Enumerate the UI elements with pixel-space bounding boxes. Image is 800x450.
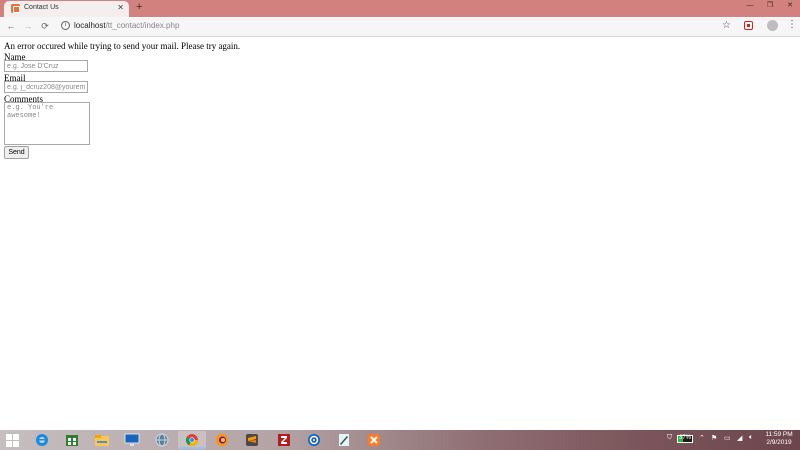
taskbar-settings[interactable] <box>300 431 328 449</box>
flag-icon[interactable]: ⚑ <box>711 434 717 442</box>
network-icon[interactable]: ▭ <box>724 434 731 442</box>
comments-textarea[interactable] <box>4 102 90 145</box>
xampp-icon <box>368 434 380 446</box>
error-message: An error occured while trying to send yo… <box>4 41 241 51</box>
reload-icon[interactable]: ⟳ <box>39 20 51 32</box>
wifi-icon[interactable]: ◢ <box>737 434 742 442</box>
address-bar[interactable]: localhost/tt_contact/index.php <box>74 21 179 30</box>
url-host: localhost <box>74 21 106 30</box>
browser-toolbar: ← → ⟳ i localhost/tt_contact/index.php ☆… <box>0 17 800 37</box>
monitor-icon <box>124 433 140 446</box>
account-avatar-icon[interactable] <box>767 20 778 31</box>
system-clock[interactable]: 11:59 PM 2/9/2019 <box>762 431 796 447</box>
start-button[interactable] <box>0 431 28 449</box>
tab-close-icon[interactable]: ✕ <box>117 3 124 12</box>
windows-taskbar: ⛉ 37% ⌃ ⚑ ▭ ◢ 🔈︎ 11:59 PM 2/9/2019 <box>0 430 800 450</box>
xampp-favicon-icon <box>11 4 20 13</box>
taskbar-store[interactable] <box>58 431 86 449</box>
windows-icon <box>6 434 19 447</box>
ie-icon <box>36 434 48 446</box>
tray-chevron-icon[interactable]: ⌃ <box>699 434 705 442</box>
battery-percent: 37% <box>679 435 692 441</box>
gear-icon <box>308 434 320 446</box>
site-info-icon[interactable]: i <box>61 21 70 30</box>
filezilla-icon <box>278 434 290 446</box>
taskbar-notepad[interactable] <box>330 431 358 449</box>
clock-time: 11:59 PM <box>765 431 793 438</box>
defender-shield-icon[interactable]: ⛉ <box>667 434 672 442</box>
taskbar-desktop[interactable] <box>118 431 146 449</box>
globe-icon <box>155 433 169 447</box>
sublime-icon <box>246 434 258 446</box>
battery-indicator[interactable]: 37% <box>677 435 693 443</box>
new-tab-plus-icon[interactable]: + <box>136 1 142 13</box>
close-window-icon[interactable]: ✕ <box>780 0 800 12</box>
extension-icon[interactable] <box>744 21 753 30</box>
chrome-icon <box>185 434 198 447</box>
name-input[interactable] <box>4 60 88 72</box>
bookmark-star-icon[interactable]: ☆ <box>722 20 731 31</box>
taskbar-sublime[interactable] <box>238 431 266 449</box>
browser-titlebar: Contact Us ✕ + — ❐ ✕ <box>0 0 800 17</box>
firefox-icon <box>216 434 228 446</box>
send-button[interactable]: Send <box>4 146 29 159</box>
taskbar-xampp[interactable] <box>360 431 388 449</box>
email-input[interactable] <box>4 81 88 93</box>
back-arrow-icon[interactable]: ← <box>5 20 17 32</box>
tab-contact-us[interactable]: Contact Us ✕ <box>4 1 129 17</box>
minimize-icon[interactable]: — <box>740 0 760 12</box>
restore-icon[interactable]: ❐ <box>760 0 780 12</box>
volume-icon[interactable]: 🔈︎ <box>749 434 753 442</box>
taskbar-edge[interactable] <box>28 431 56 449</box>
tab-title: Contact Us <box>24 4 59 11</box>
taskbar-filezilla[interactable] <box>270 431 298 449</box>
taskbar-chrome[interactable] <box>178 431 206 449</box>
kebab-menu-icon[interactable]: ⋮ <box>787 20 797 30</box>
url-path: /tt_contact/index.php <box>105 21 180 30</box>
notepad-icon <box>339 434 349 446</box>
store-icon <box>66 435 78 446</box>
taskbar-firefox[interactable] <box>208 431 236 449</box>
clock-date: 2/9/2019 <box>766 439 792 446</box>
taskbar-explorer[interactable] <box>88 431 116 449</box>
forward-arrow-icon[interactable]: → <box>22 20 34 32</box>
folder-icon <box>95 435 109 446</box>
taskbar-network[interactable] <box>148 431 176 449</box>
